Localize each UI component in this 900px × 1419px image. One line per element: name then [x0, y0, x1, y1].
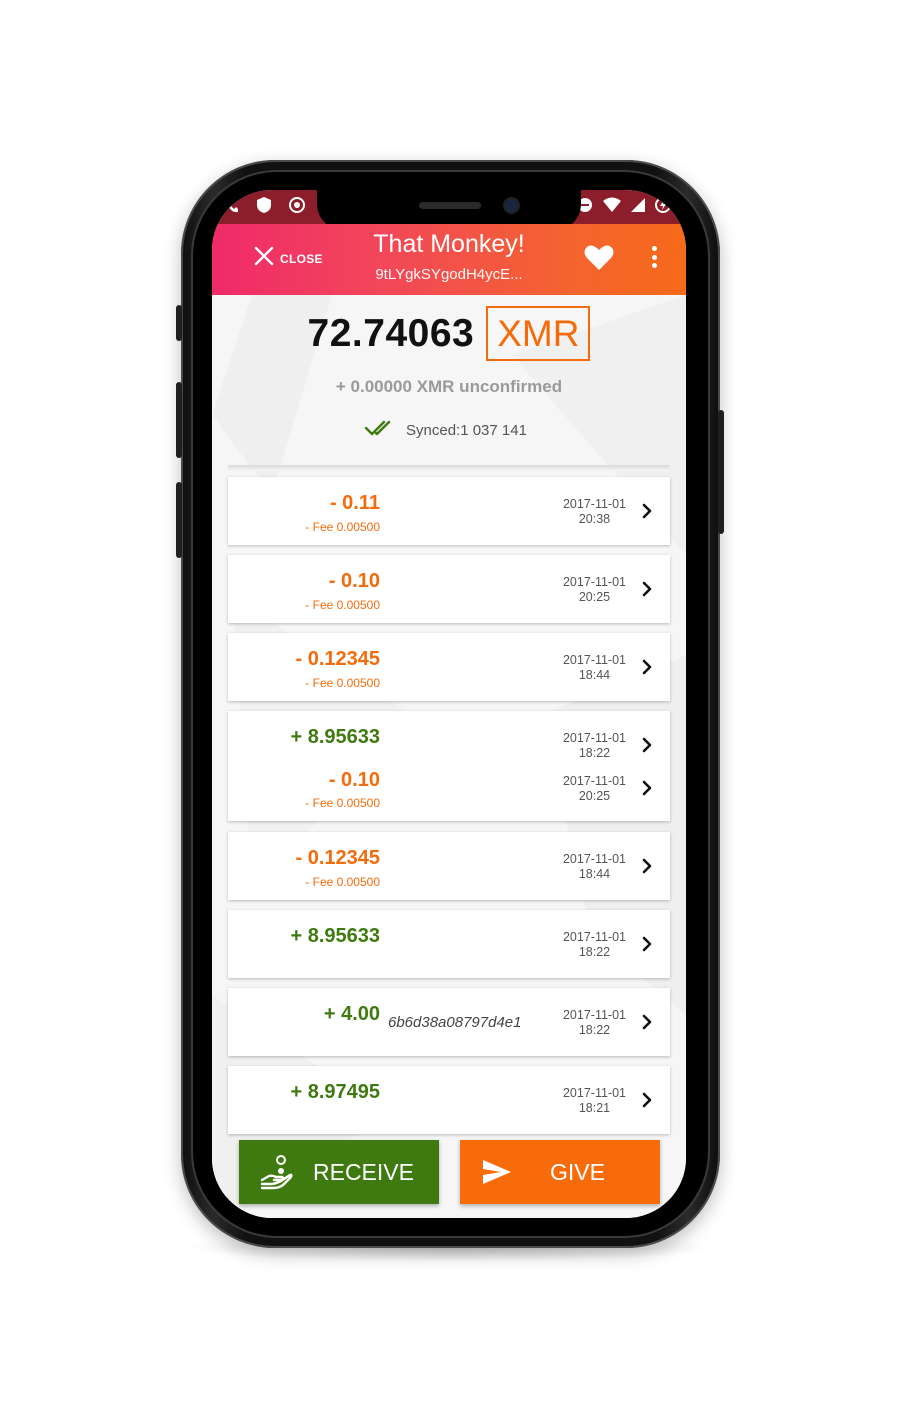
tx-date: 2017-11-01	[562, 774, 626, 788]
mute-switch	[176, 305, 182, 341]
tx-timestamp: 2017-11-01 20:25	[563, 575, 626, 605]
tx-timestamp: 2017-11-01 18:21	[563, 1086, 626, 1116]
tx-amount: + 4.00	[323, 1003, 380, 1025]
earpiece-speaker	[419, 202, 481, 209]
favorite-button[interactable]	[584, 244, 614, 276]
tx-date: 2017-11-01	[562, 653, 626, 667]
volume-up-button	[176, 382, 182, 458]
tx-amount: - 0.12345	[295, 847, 380, 869]
menu-dot-icon	[651, 246, 657, 251]
balance-row: 72.74063 XMR	[212, 306, 686, 361]
transaction-row[interactable]: - 0.12345 - Fee 0.00500 2017-11-01 18:44	[228, 832, 670, 900]
tx-timestamp: 2017-11-01 20:25	[563, 774, 626, 804]
tx-timestamp: 2017-11-01 18:44	[563, 653, 626, 683]
tx-fee: - Fee 0.00500	[305, 796, 380, 810]
tx-amount: + 8.97495	[290, 1081, 380, 1103]
heart-icon	[584, 245, 614, 270]
sync-status: Synced:1 037 141	[364, 419, 527, 441]
currency-badge: XMR	[486, 306, 591, 361]
status-bar	[212, 190, 686, 230]
shield-icon	[256, 196, 272, 219]
wallet-name: That Monkey!	[373, 230, 525, 258]
tx-date: 2017-11-01	[562, 930, 626, 944]
tx-timestamp: 2017-11-01 18:22	[563, 731, 626, 761]
tx-fee: - Fee 0.00500	[305, 676, 380, 690]
tx-time: 18:44	[578, 668, 611, 682]
transaction-row[interactable]: + 8.97495 2017-11-01 18:21	[228, 1066, 670, 1134]
battery-charging-icon	[654, 196, 672, 219]
overflow-menu-button[interactable]	[648, 244, 660, 270]
give-button[interactable]: GIVE	[460, 1140, 660, 1204]
tx-time: 18:22	[578, 746, 611, 760]
chevron-right-icon	[642, 503, 652, 519]
transaction-group[interactable]: + 8.95633 2017-11-01 18:22 - 0.10 - Fee …	[228, 711, 670, 821]
chevron-right-icon	[642, 1014, 652, 1030]
tx-date: 2017-11-01	[562, 575, 626, 589]
transaction-row[interactable]: + 4.00 6b6d38a08797d4e1 2017-11-01 18:22	[228, 988, 670, 1056]
tx-fee: - Fee 0.00500	[305, 598, 380, 612]
volume-down-button	[176, 482, 182, 558]
tx-timestamp: 2017-11-01 18:22	[563, 1008, 626, 1038]
give-label: GIVE	[550, 1158, 605, 1185]
cell-signal-icon	[630, 197, 646, 218]
wifi-icon	[602, 197, 622, 218]
tx-amount: - 0.10	[328, 570, 380, 592]
wallet-address: 9tLYgkSYgodH4ycE...	[375, 266, 523, 283]
tx-date: 2017-11-01	[562, 731, 626, 745]
chevron-right-icon	[642, 581, 652, 597]
double-check-icon	[364, 419, 396, 441]
sync-label: Synced:1 037 141	[406, 421, 527, 439]
tx-fee: - Fee 0.00500	[305, 875, 380, 889]
tx-amount: + 8.95633	[290, 726, 380, 748]
tx-amount: - 0.12345	[295, 648, 380, 670]
list-divider	[228, 465, 670, 471]
transaction-row[interactable]: + 8.95633 2017-11-01 18:22	[228, 910, 670, 978]
tx-timestamp: 2017-11-01 18:22	[563, 930, 626, 960]
tx-time: 18:44	[578, 867, 611, 881]
tx-date: 2017-11-01	[562, 497, 626, 511]
app-screen: CLOSE That Monkey! 9tLYgkSYgodH4ycE... 7…	[212, 190, 686, 1218]
wallet-content: 72.74063 XMR + 0.00000 XMR unconfirmed S…	[212, 295, 686, 1218]
tx-timestamp: 2017-11-01 18:44	[563, 852, 626, 882]
tx-time: 18:22	[578, 1023, 611, 1037]
receive-label: RECEIVE	[313, 1158, 414, 1185]
chevron-right-icon	[642, 936, 652, 952]
chevron-right-icon	[642, 737, 652, 753]
tx-fee: - Fee 0.00500	[305, 520, 380, 534]
menu-dot-icon	[651, 254, 657, 260]
front-camera	[505, 199, 518, 212]
tx-amount: + 8.95633	[290, 925, 380, 947]
receive-button[interactable]: RECEIVE	[239, 1140, 439, 1204]
transaction-row[interactable]: - 0.10 - Fee 0.00500 2017-11-01 20:25	[228, 555, 670, 623]
tx-time: 20:25	[578, 789, 611, 803]
tx-time: 20:38	[578, 512, 611, 526]
power-button	[718, 410, 724, 534]
phone-signal-icon	[226, 196, 240, 219]
transaction-row[interactable]: - 0.11 - Fee 0.00500 2017-11-01 20:38	[228, 477, 670, 545]
tx-timestamp: 2017-11-01 20:38	[563, 497, 626, 527]
menu-dot-icon	[651, 263, 657, 268]
tx-time: 20:25	[578, 590, 611, 604]
balance-amount: 72.74063	[307, 311, 475, 355]
tx-time: 18:22	[578, 945, 611, 959]
target-icon	[288, 196, 306, 219]
tx-amount: - 0.10	[328, 769, 380, 791]
tx-payment-id: 6b6d38a08797d4e1	[388, 1014, 522, 1031]
chevron-right-icon	[642, 780, 652, 796]
unconfirmed-balance: + 0.00000 XMR unconfirmed	[335, 377, 563, 396]
chevron-right-icon	[642, 858, 652, 874]
tx-time: 18:21	[578, 1101, 611, 1115]
chevron-right-icon	[642, 1092, 652, 1108]
tx-date: 2017-11-01	[562, 1008, 626, 1022]
send-icon	[483, 1160, 511, 1184]
chevron-right-icon	[642, 659, 652, 675]
receive-coin-hand-icon	[260, 1155, 293, 1190]
transaction-row[interactable]: - 0.12345 - Fee 0.00500 2017-11-01 18:44	[228, 633, 670, 701]
tx-date: 2017-11-01	[562, 852, 626, 866]
wallet-header: CLOSE That Monkey! 9tLYgkSYgodH4ycE...	[212, 224, 686, 295]
tx-amount: - 0.11	[329, 492, 380, 514]
tx-date: 2017-11-01	[562, 1086, 626, 1100]
